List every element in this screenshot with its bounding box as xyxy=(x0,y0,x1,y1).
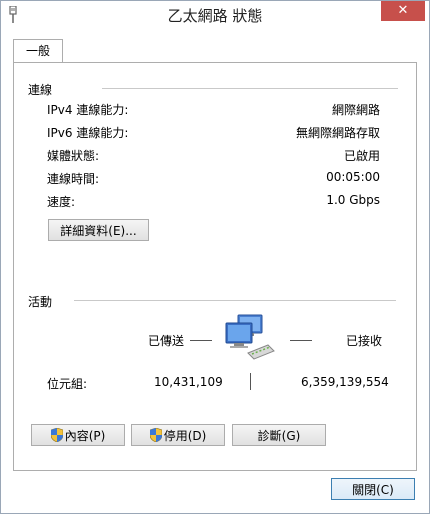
disable-button[interactable]: 停用(D) xyxy=(131,424,225,446)
network-status-window: 乙太網路 狀態 ✕ 一般 連線 IPv4 連線能力: 網際網路 IPv6 連線能… xyxy=(0,0,430,514)
tab-general[interactable]: 一般 xyxy=(13,39,63,62)
window-title: 乙太網路 狀態 xyxy=(167,7,263,25)
duration-value: 00:05:00 xyxy=(326,170,380,184)
close-button[interactable]: 關閉(C) xyxy=(331,478,415,500)
duration-label: 連線時間: xyxy=(47,172,100,186)
group-divider xyxy=(74,300,396,301)
speed-value: 1.0 Gbps xyxy=(326,193,380,207)
bytes-sent-value: 10,431,109 xyxy=(154,375,223,389)
properties-label: 內容(P) xyxy=(64,429,106,443)
activity-separator xyxy=(250,373,251,390)
received-dash xyxy=(290,340,312,341)
group-divider xyxy=(102,88,398,89)
media-state-value: 已啟用 xyxy=(343,149,380,163)
activity-group-title: 活動 xyxy=(28,295,53,309)
bytes-received-value: 6,359,139,554 xyxy=(301,375,389,389)
bytes-label: 位元組: xyxy=(47,377,88,391)
ipv4-value: 網際網路 xyxy=(331,103,380,117)
media-state-label: 媒體狀態: xyxy=(47,149,100,163)
network-computers-icon xyxy=(225,314,275,360)
received-label: 已接收 xyxy=(346,334,383,348)
ipv6-label: IPv6 連線能力: xyxy=(47,126,129,140)
tab-panel-general: 連線 IPv4 連線能力: 網際網路 IPv6 連線能力: 無網際網路存取 媒體… xyxy=(13,62,417,471)
ipv4-label: IPv4 連線能力: xyxy=(47,103,129,117)
sent-dash xyxy=(190,340,212,341)
ipv6-value: 無網際網路存取 xyxy=(295,126,380,140)
diagnose-button[interactable]: 診斷(G) xyxy=(232,424,326,446)
close-icon[interactable]: ✕ xyxy=(381,1,425,21)
sent-label: 已傳送 xyxy=(148,334,185,348)
disable-label: 停用(D) xyxy=(163,429,207,443)
uac-shield-icon xyxy=(50,428,63,442)
uac-shield-icon xyxy=(149,428,162,442)
properties-button[interactable]: 內容(P) xyxy=(31,424,125,446)
speed-label: 速度: xyxy=(47,195,76,209)
details-button[interactable]: 詳細資料(E)... xyxy=(48,219,149,241)
connection-group-title: 連線 xyxy=(28,83,53,97)
title-bar: 乙太網路 狀態 ✕ xyxy=(1,1,429,29)
